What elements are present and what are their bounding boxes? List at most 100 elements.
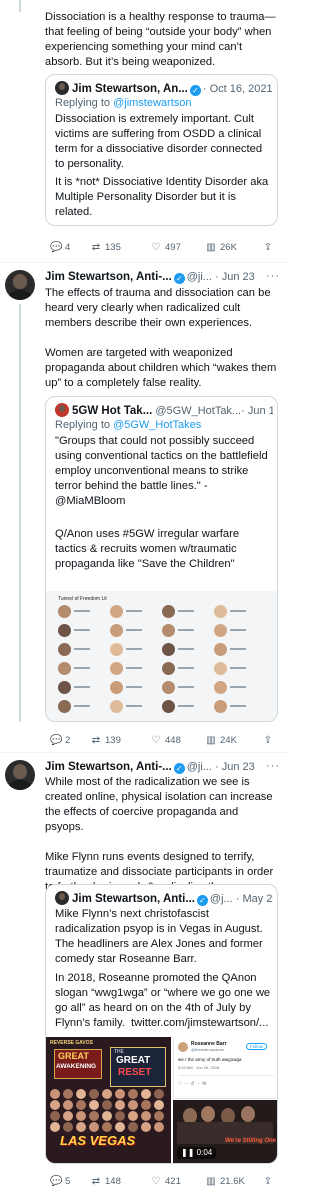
reply-button[interactable]: 💬 5 [50, 1176, 70, 1187]
portrait-caption [74, 667, 90, 669]
quoted-tweet[interactable]: 5GW Hot Tak... @5GW_HotTak...· Jun 15 Re… [45, 396, 278, 722]
video-timestamp: ❚❚ 0:04 [177, 1147, 217, 1159]
tweet-date: · Jun 15 [241, 405, 273, 417]
retweet-icon: ⇄ [91, 1176, 101, 1187]
retweet-button[interactable]: ⇄ 139 [90, 735, 121, 746]
speech-bubble-icon: 💬 [50, 735, 63, 746]
portrait-caption [230, 629, 246, 631]
poster-face [141, 1122, 151, 1132]
bar-chart-icon: ▥ [206, 1176, 216, 1187]
portrait [162, 643, 175, 656]
portrait [110, 700, 123, 713]
views-button[interactable]: ▥ 21.6K [205, 1176, 245, 1187]
pause-icon[interactable]: ❚❚ [181, 1148, 194, 1157]
portrait-caption [74, 705, 90, 707]
portrait [214, 662, 227, 675]
portrait-caption [230, 667, 246, 669]
poster-face [102, 1122, 112, 1132]
avatar [178, 1042, 188, 1052]
retweet-button[interactable]: ⇄ 148 [90, 1176, 121, 1187]
avatar[interactable] [5, 270, 35, 300]
ellipsis-icon[interactable]: ··· [266, 270, 280, 282]
verified-badge-icon: ✓ [173, 763, 185, 774]
poster-face [154, 1100, 164, 1110]
portrait [110, 681, 123, 694]
poster-face [102, 1100, 112, 1110]
divider [0, 752, 286, 753]
like-button[interactable]: ♡ 421 [150, 1176, 181, 1187]
ellipsis-icon[interactable]: ··· [266, 760, 280, 772]
portrait [58, 681, 71, 694]
image-title: Tunnel of Freedom Lit [58, 596, 107, 602]
replying-to: Replying to @jimstewartson [55, 97, 192, 109]
portrait [58, 662, 71, 675]
portrait-caption [126, 705, 142, 707]
share-button[interactable]: ⇪ [262, 735, 274, 746]
tweet-date: · May 20 [235, 893, 273, 905]
avatar [55, 403, 69, 417]
tweet-text: Dissociation is a healthy response to tr… [45, 11, 276, 68]
poster-face [115, 1122, 125, 1132]
portrait-caption [74, 629, 90, 631]
author-handle[interactable]: @ji... [187, 761, 212, 773]
thread-line [19, 304, 21, 722]
tweet-actions: 💬 5 ⇄ 148 ♡ 421 ▥ 21.6K ⇪ [50, 1176, 280, 1190]
portrait [110, 662, 123, 675]
mention-link[interactable]: @jimstewartson [113, 97, 191, 109]
avatar [55, 81, 69, 95]
portrait [214, 700, 227, 713]
share-button[interactable]: ⇪ [262, 242, 274, 253]
views-button[interactable]: ▥ 24K [205, 735, 237, 746]
poster-face [63, 1111, 73, 1121]
portrait-caption [178, 648, 194, 650]
poster-face [141, 1111, 151, 1121]
heart-icon: ♡ [151, 1176, 161, 1187]
poster-face [76, 1122, 86, 1132]
tweet-date: · Oct 16, 2021 [202, 83, 273, 95]
author-name[interactable]: Jim Stewartson, Anti-... [45, 761, 172, 773]
tweet-date[interactable]: · Jun 23 [215, 271, 255, 283]
heart-icon: ♡ [151, 735, 161, 746]
portrait-caption [126, 648, 142, 650]
tweet-text: While most of the radicalization we see … [45, 776, 274, 893]
quote-text: It is *not* Dissociative Identity Disord… [55, 176, 272, 218]
quoted-tweet[interactable]: Jim Stewartson, An... ✓ · Oct 16, 2021 Rep… [45, 74, 278, 226]
views-button[interactable]: ▥ 26K [205, 242, 237, 253]
event-poster-image[interactable]: REVERSE GAVOS GREAT AWAKENING THE GREAT … [46, 1037, 171, 1163]
video-player[interactable]: We're Stilling One ❚❚ 0:04 [173, 1100, 277, 1163]
portrait-caption [230, 705, 246, 707]
mention-link[interactable]: @5GW_HotTakes [113, 419, 201, 431]
poster-face [115, 1089, 125, 1099]
embedded-tweet-image[interactable]: Roseanne Barr @therealroseanne Follow we… [173, 1037, 277, 1099]
quote-image[interactable]: Tunnel of Freedom Lit [46, 591, 277, 721]
quote-text: Mike Flynn’s next christofascist radical… [55, 908, 266, 965]
like-button[interactable]: ♡ 497 [150, 242, 181, 253]
poster-face [76, 1100, 86, 1110]
author-name[interactable]: Jim Stewartson, Anti-... [45, 271, 172, 283]
portrait-caption [126, 686, 142, 688]
reply-button[interactable]: 💬 4 [50, 242, 70, 253]
like-button[interactable]: ♡ 448 [150, 735, 181, 746]
portrait [58, 700, 71, 713]
portrait [58, 605, 71, 618]
poster-face [115, 1100, 125, 1110]
poster-face [50, 1111, 60, 1121]
verified-badge-icon: ✓ [189, 85, 201, 96]
share-button[interactable]: ⇪ [262, 1176, 274, 1187]
avatar [55, 891, 69, 905]
thread-line [19, 0, 21, 12]
avatar[interactable] [5, 760, 35, 790]
portrait [162, 681, 175, 694]
poster-face [89, 1089, 99, 1099]
reply-button[interactable]: 💬 2 [50, 735, 70, 746]
tweet-date[interactable]: · Jun 23 [215, 761, 255, 773]
author-handle: @5GW_HotTak... [155, 405, 242, 417]
retweet-button[interactable]: ⇄ 135 [90, 242, 121, 253]
quoted-tweet[interactable]: Jim Stewartson, Anti...✓@j... · May 20 M… [45, 884, 278, 1164]
poster-face [128, 1089, 138, 1099]
tweetcard-actions: ♡ ··· ↺ ··· ✉ [178, 1081, 207, 1087]
poster-face [76, 1089, 86, 1099]
portrait-caption [230, 686, 246, 688]
author-handle[interactable]: @ji... [187, 271, 212, 283]
poster-face [102, 1089, 112, 1099]
